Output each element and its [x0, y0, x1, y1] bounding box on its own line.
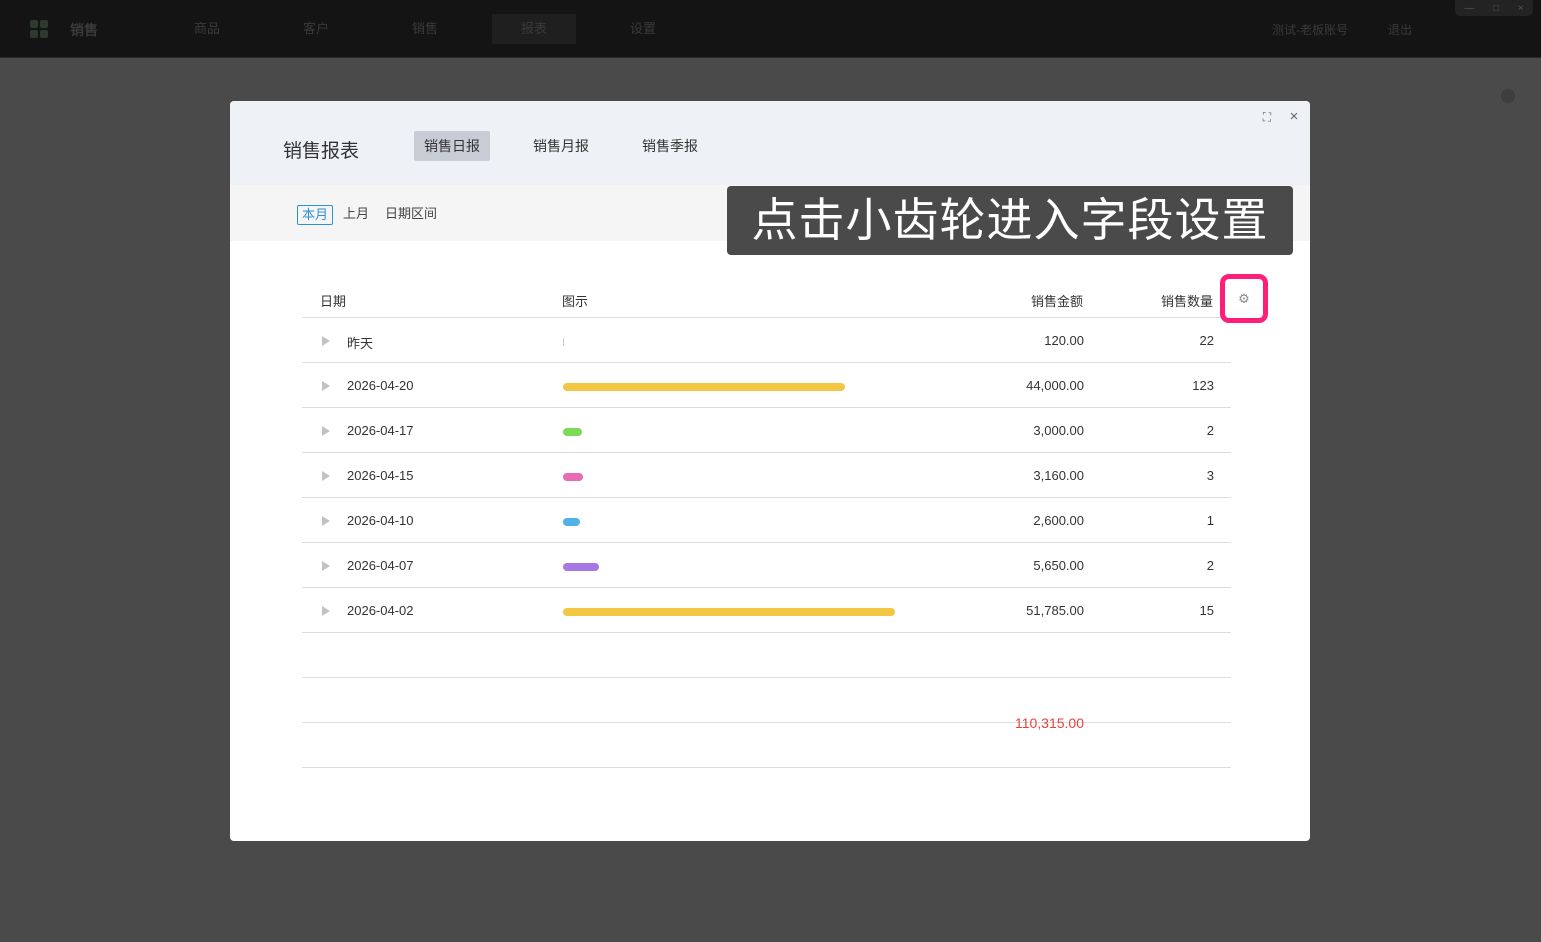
expand-arrow-icon[interactable]: [322, 561, 330, 571]
row-date: 2026-04-07: [347, 558, 414, 573]
row-quantity: 22: [1199, 333, 1214, 348]
filter-date-range[interactable]: 日期区间: [385, 205, 437, 225]
modal-title: 销售报表: [283, 141, 360, 162]
minimize-icon[interactable]: —: [1464, 3, 1474, 14]
table-row[interactable]: 2026-04-20 44,000.00 123: [302, 363, 1231, 408]
expand-arrow-icon[interactable]: [322, 471, 330, 481]
modal-header: 销售报表 销售日报 销售月报 销售季报 ⛶ ×: [230, 101, 1310, 185]
column-settings-button[interactable]: ⚙: [1220, 274, 1268, 323]
nav-item-products[interactable]: 商品: [165, 14, 249, 44]
row-date: 昨天: [347, 336, 374, 351]
maximize-icon[interactable]: □: [1493, 3, 1499, 14]
nav-item-reports[interactable]: 报表: [492, 14, 576, 44]
row-date: 2026-04-02: [347, 603, 414, 618]
row-bar: [563, 518, 580, 526]
filter-last-month[interactable]: 上月: [343, 205, 369, 225]
table-row[interactable]: 2026-04-07 5,650.00 2: [302, 543, 1231, 588]
tab-daily-report[interactable]: 销售日报: [414, 131, 490, 161]
expand-arrow-icon[interactable]: [322, 381, 330, 391]
row-bar: [563, 338, 564, 346]
table-header: 日期 图示 销售金额 销售数量: [302, 273, 1231, 318]
logout-link[interactable]: 退出: [1388, 21, 1412, 38]
empty-row: [302, 678, 1231, 723]
table-body: 昨天 120.00 22 2026-04-20 44,000.00 123 2026-04-…: [302, 318, 1231, 768]
window-controls: — □ ×: [1455, 0, 1533, 16]
header-amount: 销售金额: [1030, 294, 1083, 309]
expand-arrow-icon[interactable]: [322, 336, 330, 346]
row-quantity: 123: [1192, 378, 1214, 393]
expand-arrow-icon[interactable]: [322, 606, 330, 616]
nav-item-sales[interactable]: 销售: [383, 14, 467, 44]
close-window-icon[interactable]: ×: [1518, 3, 1524, 14]
filter-this-month[interactable]: 本月: [297, 205, 334, 225]
row-bar: [563, 563, 599, 571]
row-amount: 44,000.00: [1026, 378, 1084, 393]
nav-item-customers[interactable]: 客户: [274, 14, 358, 44]
header-chart: 图示: [562, 294, 589, 309]
table-row[interactable]: 昨天 120.00 22: [302, 318, 1231, 363]
row-amount: 51,785.00: [1026, 603, 1084, 618]
close-icon[interactable]: ×: [1286, 109, 1302, 125]
tab-monthly-report[interactable]: 销售月报: [523, 131, 599, 161]
table-row[interactable]: 2026-04-15 3,160.00 3: [302, 453, 1231, 498]
row-bar: [563, 473, 583, 481]
row-bar: [563, 428, 582, 436]
app-name: 销售: [70, 22, 98, 38]
row-date: 2026-04-15: [347, 468, 414, 483]
app-logo-icon: [30, 20, 48, 38]
row-quantity: 2: [1206, 558, 1214, 573]
row-quantity: 2: [1206, 423, 1214, 438]
row-amount: 5,650.00: [1033, 558, 1084, 573]
tutorial-caption: 点击小齿轮进入字段设置: [727, 186, 1293, 255]
empty-row: [302, 633, 1231, 678]
expand-arrow-icon[interactable]: [322, 426, 330, 436]
fullscreen-icon[interactable]: ⛶: [1259, 109, 1275, 125]
table-row[interactable]: 2026-04-10 2,600.00 1: [302, 498, 1231, 543]
row-amount: 3,160.00: [1033, 468, 1084, 483]
row-date: 2026-04-20: [347, 378, 414, 393]
table-row[interactable]: 2026-04-02 51,785.00 15: [302, 588, 1231, 633]
tab-quarterly-report[interactable]: 销售季报: [632, 131, 708, 161]
gear-icon[interactable]: ⚙: [1237, 292, 1251, 306]
header-date: 日期: [320, 294, 347, 309]
account-name[interactable]: 测试-老板账号: [1272, 21, 1348, 38]
table-row[interactable]: 2026-04-17 3,000.00 2: [302, 408, 1231, 453]
expand-arrow-icon[interactable]: [322, 516, 330, 526]
row-quantity: 1: [1206, 513, 1214, 528]
nav-item-settings[interactable]: 设置: [601, 14, 685, 44]
sales-table: 日期 图示 销售金额 销售数量 昨天 120.00 22 2026-04-20 44,0…: [302, 273, 1231, 768]
row-amount: 2,600.00: [1033, 513, 1084, 528]
row-quantity: 15: [1199, 603, 1214, 618]
empty-row: [302, 723, 1231, 768]
header-quantity: 销售数量: [1160, 294, 1213, 309]
row-bar: [563, 608, 895, 616]
background-help-icon: [1501, 89, 1515, 103]
total-amount: 110,315.00: [1014, 715, 1084, 731]
row-amount: 3,000.00: [1033, 423, 1084, 438]
row-date: 2026-04-17: [347, 423, 414, 438]
row-quantity: 3: [1206, 468, 1214, 483]
app-top-bar: 销售 商品 客户 销售 报表 设置 测试-老板账号 退出 — □ ×: [0, 0, 1541, 58]
row-bar: [563, 383, 845, 391]
row-amount: 120.00: [1044, 333, 1084, 348]
row-date: 2026-04-10: [347, 513, 414, 528]
